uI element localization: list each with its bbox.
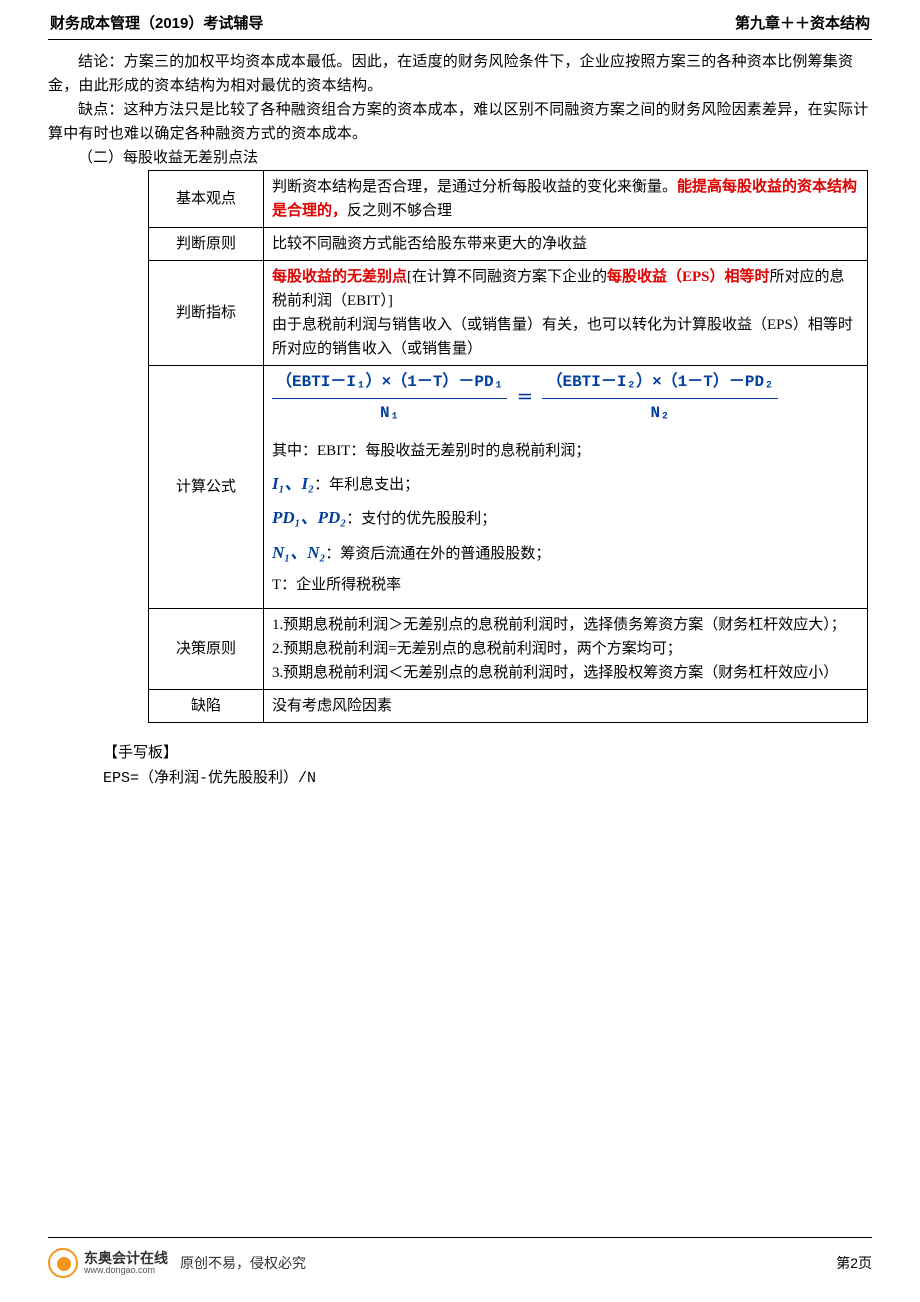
- handwriting-title: 【手写板】: [103, 741, 872, 767]
- row-label: 决策原则: [149, 608, 264, 689]
- logo-icon: [48, 1248, 78, 1278]
- row-label: 缺陷: [149, 689, 264, 722]
- header-right: 第九章＋＋资本结构: [735, 12, 870, 33]
- row-label: 判断指标: [149, 261, 264, 366]
- row-content: 每股收益的无差别点[在计算不同融资方案下企业的每股收益（EPS）相等时所对应的息…: [264, 261, 868, 366]
- var-pd: PD₁、PD₂: [272, 508, 346, 527]
- para-conclusion: 结论：方案三的加权平均资本成本最低。因此，在适度的财务风险条件下，企业应按照方案…: [48, 50, 872, 98]
- handwriting-content: EPS=（净利润-优先股股利）/N: [103, 766, 872, 792]
- explain-ebit: 其中：EBIT：每股收益无差别时的息税前利润；: [272, 439, 859, 463]
- row-content: 判断资本结构是否合理，是通过分析每股收益的变化来衡量。能提高每股收益的资本结构是…: [264, 171, 868, 228]
- section-heading: （二）每股收益无差别点法: [48, 146, 872, 170]
- logo-url: www.dongao.com: [84, 1266, 168, 1275]
- para-drawback: 缺点：这种方法只是比较了各种融资组合方案的资本成本，难以区别不同融资方案之间的财…: [48, 98, 872, 146]
- row-content: 没有考虑风险因素: [264, 689, 868, 722]
- table-row: 基本观点 判断资本结构是否合理，是通过分析每股收益的变化来衡量。能提高每股收益的…: [149, 171, 868, 228]
- page-number: 第2页: [836, 1253, 872, 1273]
- eps-formula: （EBTI－I₁）×（1－T）－PD₁ N₁ ＝ （EBTI－I₂）×（1－T）…: [272, 370, 778, 432]
- row-label: 基本观点: [149, 171, 264, 228]
- row-label: 计算公式: [149, 366, 264, 609]
- content-body: 结论：方案三的加权平均资本成本最低。因此，在适度的财务风险条件下，企业应按照方案…: [0, 40, 920, 792]
- logo: 东奥会计在线 www.dongao.com: [48, 1248, 168, 1278]
- row-content: 1.预期息税前利润＞无差别点的息税前利润时，选择债务筹资方案（财务杠杆效应大）；…: [264, 608, 868, 689]
- footer-line: [48, 1237, 872, 1238]
- row-label: 判断原则: [149, 228, 264, 261]
- table-row: 计算公式 （EBTI－I₁）×（1－T）－PD₁ N₁ ＝ （EBTI－I₂）×…: [149, 366, 868, 609]
- table-row: 缺陷 没有考虑风险因素: [149, 689, 868, 722]
- table-row: 判断指标 每股收益的无差别点[在计算不同融资方案下企业的每股收益（EPS）相等时…: [149, 261, 868, 366]
- table-row: 判断原则 比较不同融资方式能否给股东带来更大的净收益: [149, 228, 868, 261]
- logo-name: 东奥会计在线: [84, 1251, 168, 1266]
- header-left: 财务成本管理（2019）考试辅导: [50, 12, 263, 33]
- row-content: 比较不同融资方式能否给股东带来更大的净收益: [264, 228, 868, 261]
- explain-t: T：企业所得税税率: [272, 573, 859, 597]
- page-header: 财务成本管理（2019）考试辅导 第九章＋＋资本结构: [0, 0, 920, 39]
- page-footer: 东奥会计在线 www.dongao.com 原创不易，侵权必究 第2页: [0, 1237, 920, 1302]
- handwriting-block: 【手写板】 EPS=（净利润-优先股股利）/N: [103, 741, 872, 792]
- var-i: I₁、I₂: [272, 474, 314, 493]
- table-row: 决策原则 1.预期息税前利润＞无差别点的息税前利润时，选择债务筹资方案（财务杠杆…: [149, 608, 868, 689]
- copyright-text: 原创不易，侵权必究: [180, 1253, 306, 1273]
- eps-table: 基本观点 判断资本结构是否合理，是通过分析每股收益的变化来衡量。能提高每股收益的…: [148, 170, 868, 723]
- var-n: N₁、N₂: [272, 543, 325, 562]
- formula-cell: （EBTI－I₁）×（1－T）－PD₁ N₁ ＝ （EBTI－I₂）×（1－T）…: [264, 366, 868, 609]
